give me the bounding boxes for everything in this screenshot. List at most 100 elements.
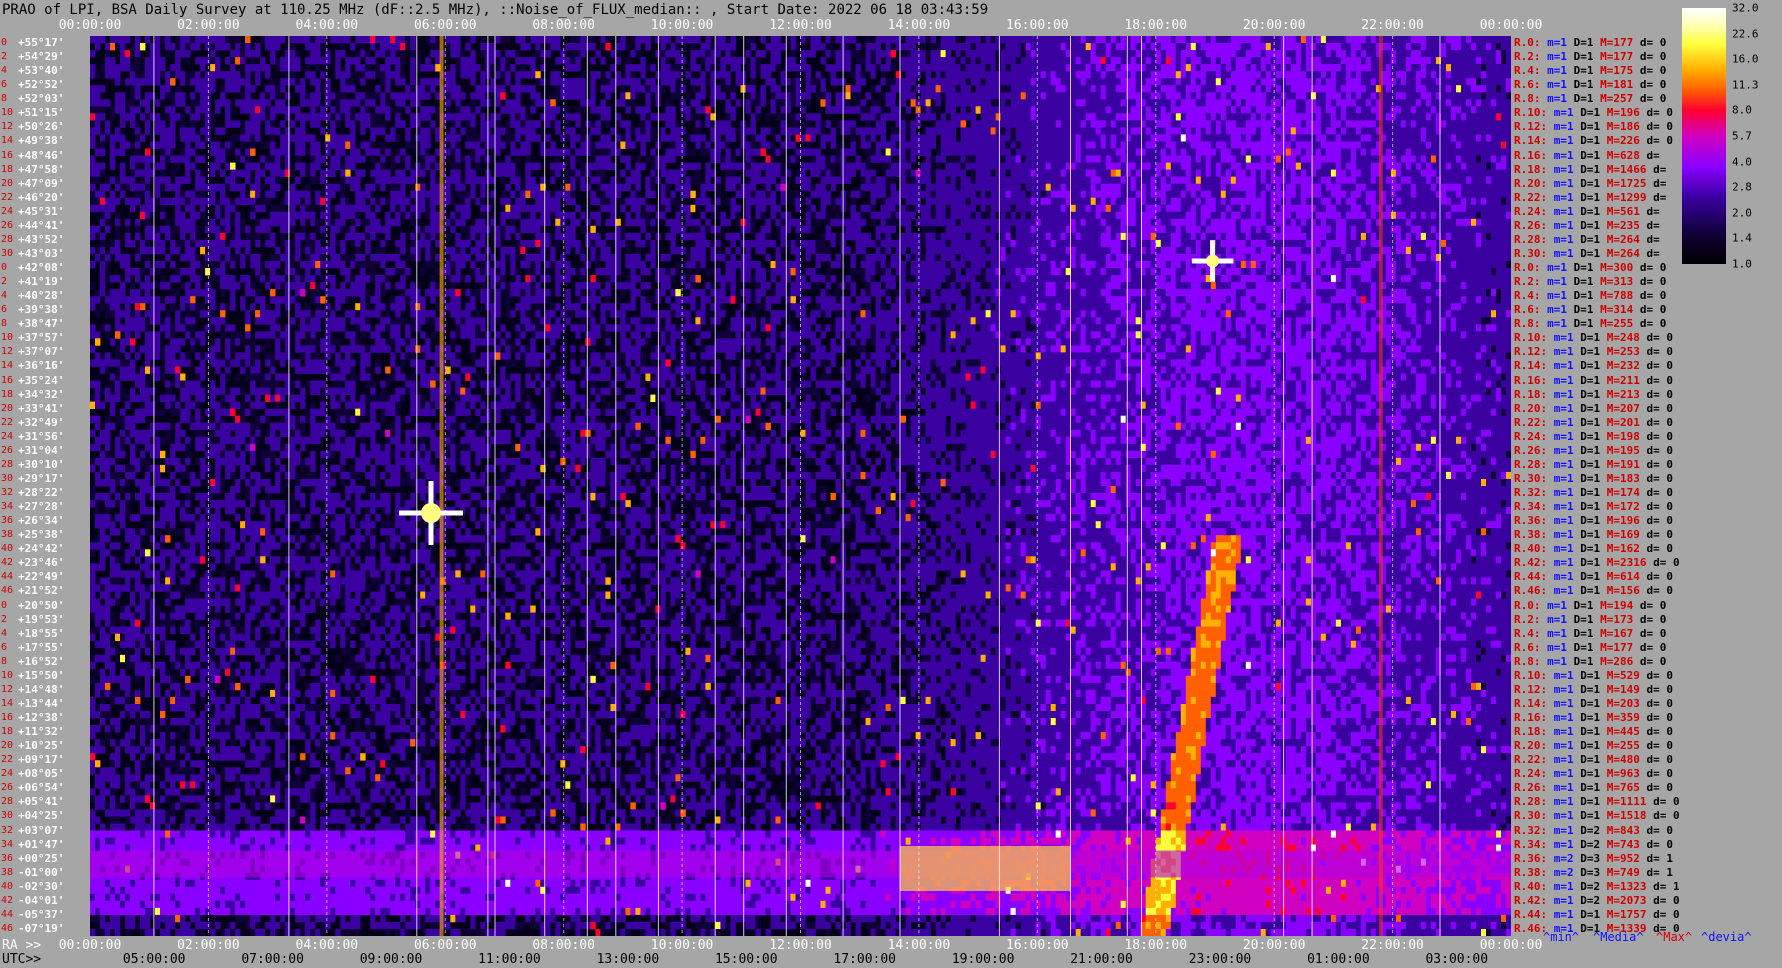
- declination-row-label: 24 +45°31': [0, 205, 90, 219]
- heatmap-cell: [921, 92, 926, 99]
- heatmap-cell: [1261, 78, 1266, 85]
- heatmap-cell: [320, 71, 325, 78]
- heatmap-cell: [1286, 43, 1291, 50]
- heatmap-cell: [1391, 50, 1396, 57]
- heatmap-cell: [565, 57, 570, 64]
- heatmap-cell: [1471, 71, 1476, 78]
- heatmap-cell: [250, 43, 255, 50]
- declination-axis: 0 +55°17' 2 +54°29' 4 +53°40' 6 +52°52' 8 +52°03'…: [0, 36, 90, 936]
- heatmap-cell: [725, 85, 730, 92]
- heatmap-cell: [1111, 64, 1116, 71]
- heatmap-cell: [1036, 71, 1041, 78]
- heatmap-cell: [1416, 64, 1421, 71]
- heatmap-cell: [330, 92, 335, 99]
- heatmap-cell: [761, 36, 766, 43]
- heatmap-cell: [1486, 78, 1491, 85]
- heatmap-cell: [921, 57, 926, 64]
- heatmap-cell: [1096, 92, 1101, 99]
- heatmap-cell: [1081, 43, 1086, 50]
- heatmap-cell: [640, 36, 645, 43]
- heatmap-cell: [911, 85, 916, 92]
- heatmap-cell: [380, 99, 385, 106]
- heatmap-cell: [771, 57, 776, 64]
- heatmap-cell: [751, 57, 756, 64]
- heatmap-cell: [966, 36, 971, 43]
- heatmap-cell: [350, 43, 355, 50]
- heatmap-cell: [360, 71, 365, 78]
- heatmap-cell: [355, 92, 360, 99]
- heatmap-cell: [981, 78, 986, 85]
- row-index: 12: [1, 345, 13, 359]
- declination-row-label: 20 +33°41': [0, 402, 90, 416]
- heatmap-cell: [1016, 57, 1021, 64]
- heatmap-cell: [1011, 78, 1016, 85]
- heatmap-cell: [1271, 64, 1276, 71]
- heatmap-cell: [1496, 64, 1501, 71]
- heatmap-cell: [155, 50, 160, 57]
- heatmap-cell: [385, 36, 390, 43]
- heatmap-cell: [891, 78, 896, 85]
- heatmap-cell: [310, 43, 315, 50]
- heatmap-cell: [280, 99, 285, 106]
- heatmap-cell: [275, 92, 280, 99]
- heatmap-cell: [590, 57, 595, 64]
- row-index: 34: [1, 500, 13, 514]
- heatmap-cell: [280, 78, 285, 85]
- heatmap-cell: [1246, 78, 1251, 85]
- heatmap-cell: [951, 85, 956, 92]
- heatmap-cell: [946, 57, 951, 64]
- heatmap-cell: [425, 92, 430, 99]
- heatmap-cell: [1046, 64, 1051, 71]
- heatmap-cell: [305, 99, 310, 106]
- heatmap-cell: [936, 64, 941, 71]
- heatmap-cell: [1426, 78, 1431, 85]
- heatmap-cell: [630, 36, 635, 43]
- heatmap-cell: [981, 57, 986, 64]
- heatmap-cell: [1416, 85, 1421, 92]
- heatmap-cell: [971, 78, 976, 85]
- heatmap-cell: [991, 64, 996, 71]
- declination-value: +51°15': [18, 106, 64, 120]
- heatmap-cell: [1386, 64, 1391, 71]
- heatmap-cell: [700, 43, 705, 50]
- heatmap-cell: [1051, 92, 1056, 99]
- heatmap-cell: [175, 57, 180, 64]
- heatmap-cell: [110, 57, 115, 64]
- heatmap-cell: [1386, 43, 1391, 50]
- heatmap-cell: [320, 99, 325, 106]
- heatmap-cell: [1096, 85, 1101, 92]
- heatmap-cell: [936, 43, 941, 50]
- heatmap-cell: [1276, 78, 1281, 85]
- heatmap-cell: [290, 50, 295, 57]
- heatmap-cell: [911, 43, 916, 50]
- heatmap-cell: [645, 92, 650, 99]
- heatmap-cell: [1371, 78, 1376, 85]
- heatmap-cell: [1016, 50, 1021, 57]
- heatmap-cell: [515, 36, 520, 43]
- heatmap-cell: [145, 99, 150, 106]
- heatmap-cell: [270, 78, 275, 85]
- heatmap-cell: [195, 71, 200, 78]
- heatmap-cell: [731, 92, 736, 99]
- heatmap-cell: [1416, 78, 1421, 85]
- heatmap-cell: [155, 78, 160, 85]
- heatmap-cell: [265, 92, 270, 99]
- heatmap-cell: [1171, 85, 1176, 92]
- heatmap-cell: [1421, 92, 1426, 99]
- heatmap-cell: [415, 92, 420, 99]
- heatmap-cell: [1106, 85, 1111, 92]
- declination-row-label: 30 +29°17': [0, 472, 90, 486]
- heatmap-cell: [1061, 36, 1066, 43]
- heatmap-cell: [160, 64, 165, 71]
- row-index: 36: [1, 852, 13, 866]
- heatmap-cell: [145, 92, 150, 99]
- heatmap-cell: [270, 92, 275, 99]
- heatmap-cell: [1086, 64, 1091, 71]
- heatmap-cell: [1491, 57, 1496, 64]
- heatmap-cell: [991, 36, 996, 43]
- heatmap-cell: [365, 57, 370, 64]
- heatmap-cell: [1116, 50, 1121, 57]
- heatmap-cell: [996, 78, 1001, 85]
- heatmap-cell: [1421, 36, 1426, 43]
- heatmap-cell: [1461, 71, 1466, 78]
